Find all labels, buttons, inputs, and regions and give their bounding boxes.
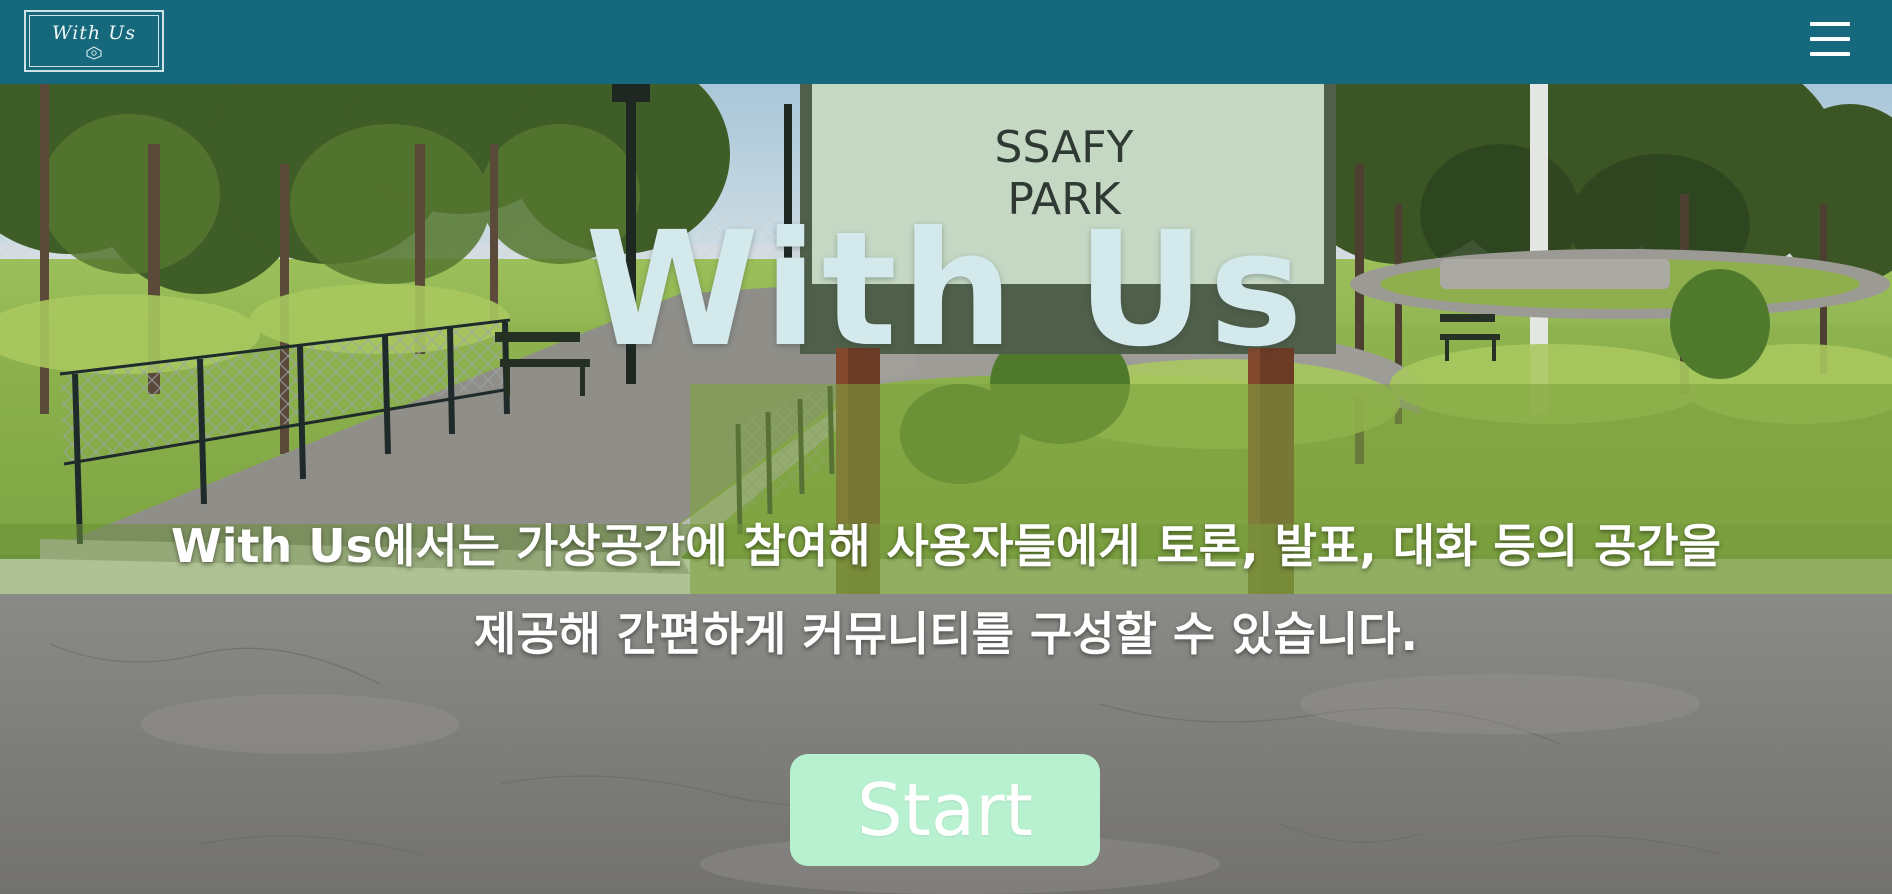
landing-page: With Us SSAFY PARK With Us With Us에서는 가상…	[0, 0, 1892, 894]
logo[interactable]: With Us	[24, 10, 164, 72]
logo-emblem-icon	[86, 46, 102, 60]
hamburger-menu-icon[interactable]	[1808, 20, 1852, 58]
sign-text-line1: SSAFY	[995, 122, 1134, 173]
menu-bar	[1810, 37, 1850, 41]
start-button[interactable]: Start	[790, 754, 1100, 866]
logo-text: With Us	[52, 22, 136, 44]
hero-description: With Us에서는 가상공간에 참여해 사용자들에게 토론, 발표, 대화 등…	[170, 519, 1722, 661]
logo-frame: With Us	[29, 15, 159, 67]
menu-bar	[1810, 52, 1850, 56]
top-navbar: With Us	[0, 0, 1892, 84]
hero-title: With Us	[585, 198, 1307, 382]
menu-bar	[1810, 22, 1850, 26]
